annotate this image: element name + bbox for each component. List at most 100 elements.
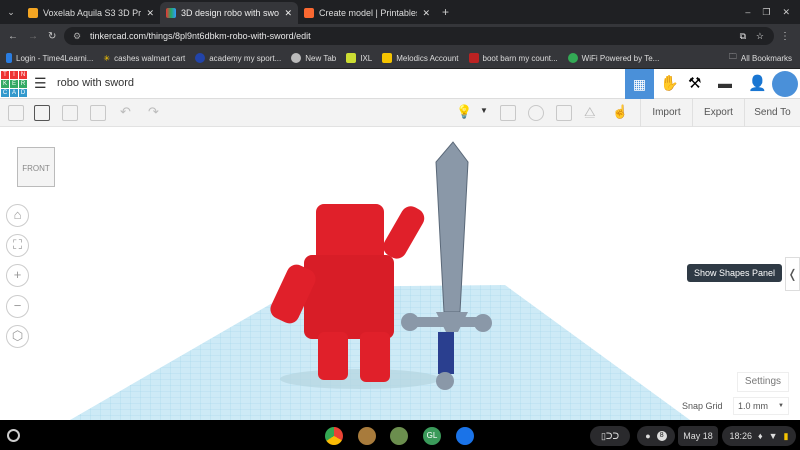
wifi-icon: ▼ [768, 431, 778, 441]
settings-button[interactable]: Settings [737, 372, 789, 392]
battery-icon: ▮ [783, 430, 789, 441]
home-view-button[interactable]: ⌂ [6, 204, 29, 227]
walmart-icon: ✳ [103, 53, 111, 63]
bookmark-item[interactable]: WiFi Powered by Te... [567, 53, 659, 63]
crossguard-ball [474, 314, 492, 332]
zoom-in-button[interactable]: + [6, 264, 29, 287]
app-icon[interactable] [390, 427, 408, 445]
export-button[interactable]: Export [692, 99, 744, 127]
tinkercad-logo[interactable]: TINKERCAD [1, 71, 27, 97]
bookmark-item[interactable]: New Tab [291, 53, 336, 63]
plus-icon: + [13, 267, 22, 282]
robot-right-arm [383, 206, 425, 259]
zoom-out-button[interactable]: − [6, 295, 29, 318]
group-icon[interactable] [500, 105, 516, 121]
bookmark-icon [6, 53, 12, 63]
delete-icon[interactable] [90, 105, 106, 121]
url-input[interactable]: ⚙ tinkercad.com/things/8pl9nt6dbkm-robo-w… [64, 27, 774, 45]
align-icon[interactable] [556, 105, 572, 121]
os-shelf: GL ▯ᑐᑐ ● 8 May 18 18:26 ♦ ▼ ▮ [0, 420, 800, 450]
tab-strip: ⌄ Voxelab Aquila S3 3D Printer✕ 3D desig… [0, 0, 800, 24]
close-window-icon[interactable]: ✕ [782, 7, 790, 18]
projection-button[interactable]: ⬡ [6, 325, 29, 348]
fit-view-button[interactable]: ⛶ [6, 234, 29, 257]
close-icon[interactable]: ✕ [422, 8, 430, 19]
close-icon[interactable]: ✕ [146, 8, 154, 19]
mirror-icon[interactable]: ⧋ [584, 104, 596, 120]
ungroup-icon[interactable] [528, 105, 544, 121]
tinkercad-icon [166, 8, 176, 18]
install-icon[interactable]: ⧉ [740, 31, 746, 42]
tinkercad-header: TINKERCAD ☰ robo with sword ▦ ✋ ⚒ ▬ 👤 [0, 69, 800, 99]
duplicate-icon[interactable] [62, 105, 78, 121]
restore-icon[interactable]: ❐ [762, 7, 770, 18]
edit-toolbar: ↶ ↷ 💡 ▼ ⧋ ☝ Import Export Send To [0, 99, 800, 127]
undo-icon[interactable]: ↶ [120, 104, 131, 120]
menu-icon[interactable]: ⋮ [780, 31, 790, 42]
snap-grid-select[interactable]: 1.0 mm ▼ [733, 397, 789, 415]
design-title[interactable]: robo with sword [57, 77, 134, 89]
folder-icon: 🗀 [728, 52, 737, 61]
snap-grid-label: Snap Grid [682, 401, 723, 411]
back-icon[interactable]: ← [8, 31, 18, 42]
sword-pommel [436, 372, 454, 390]
sword-handle [438, 332, 454, 374]
tab-tinkercad[interactable]: 3D design robo with sword - Tinkercad✕ [160, 2, 298, 24]
send-to-button[interactable]: Send To [744, 99, 800, 127]
close-icon[interactable]: ✕ [284, 8, 292, 19]
tab-voxelab[interactable]: Voxelab Aquila S3 3D Printer✕ [22, 2, 160, 24]
chevron-down-icon: ▼ [778, 403, 784, 409]
import-button[interactable]: Import [640, 99, 692, 127]
blocks-view-icon[interactable]: ✋ [660, 74, 679, 92]
tote-button[interactable]: ▯ᑐᑐ [590, 426, 630, 446]
copy-icon[interactable] [8, 105, 24, 121]
paste-icon[interactable] [34, 105, 50, 121]
workplane-canvas[interactable]: FRONT ⌂ ⛶ + − ⬡ Show Shapes Panel ❬ Sett… [0, 127, 800, 420]
wifi-bookmark-icon [567, 53, 578, 63]
app-icon[interactable] [358, 427, 376, 445]
bookmark-item[interactable]: Melodics Account [382, 53, 459, 63]
tab-printables[interactable]: Create model | Printables.com✕ [298, 2, 436, 24]
light-bulb-icon[interactable]: 💡 [456, 104, 472, 120]
reload-icon[interactable]: ↻ [48, 31, 56, 42]
chevron-down-icon[interactable]: ▼ [480, 106, 488, 115]
gl-app-icon[interactable]: GL [423, 427, 441, 445]
new-tab-button[interactable]: + [442, 5, 449, 19]
amazon-icon [28, 8, 38, 18]
view-cube[interactable]: FRONT [17, 147, 55, 187]
design-list-icon[interactable]: ☰ [34, 75, 47, 92]
cube-icon: ⬡ [11, 328, 24, 343]
chrome-app-icon[interactable] [325, 427, 343, 445]
forward-icon[interactable]: → [28, 31, 38, 42]
launcher-button[interactable] [7, 429, 20, 442]
bookmark-item[interactable]: academy my sport... [195, 53, 281, 63]
show-shapes-panel-button[interactable]: ❬ [785, 257, 800, 291]
minimize-icon[interactable]: – [745, 7, 750, 18]
bookmark-item[interactable]: ✳ cashes walmart cart [103, 54, 185, 63]
add-user-icon[interactable]: 👤 [748, 74, 767, 92]
redo-icon[interactable]: ↷ [148, 104, 159, 120]
notifications-button[interactable]: ● 8 [637, 426, 675, 446]
bookmark-item[interactable]: Login - Time4Learni... [6, 53, 93, 63]
site-info-icon[interactable]: ⚙ [73, 31, 81, 42]
status-tray[interactable]: 18:26 ♦ ▼ ▮ [722, 426, 796, 446]
bricks-icon[interactable]: ▬ [718, 75, 732, 91]
all-bookmarks-button[interactable]: 🗀 All Bookmarks [729, 51, 800, 65]
avatar[interactable] [772, 71, 798, 97]
date-button[interactable]: May 18 [678, 426, 718, 446]
mic-icon: ♦ [758, 431, 763, 441]
bookmark-star-icon[interactable]: ☆ [756, 31, 764, 42]
ixl-icon [346, 53, 357, 63]
home-icon: ⌂ [13, 207, 22, 222]
bookmarks-bar: Login - Time4Learni... ✳ cashes walmart c… [0, 48, 800, 69]
address-bar-row: ← → ↻ ⚙ tinkercad.com/things/8pl9nt6dbkm-… [0, 24, 800, 48]
files-app-icon[interactable] [456, 427, 474, 445]
tab-search-button[interactable]: ⌄ [0, 7, 22, 18]
cruise-icon[interactable]: ☝ [612, 104, 628, 120]
printables-icon [304, 8, 314, 18]
bookmark-item[interactable]: IXL [346, 53, 372, 63]
bookmark-item[interactable]: boot barn my count... [468, 53, 558, 63]
3d-design-view-button[interactable]: ▦ [625, 69, 654, 99]
robot-left-leg [318, 332, 348, 380]
pickaxe-icon[interactable]: ⚒ [688, 74, 701, 92]
